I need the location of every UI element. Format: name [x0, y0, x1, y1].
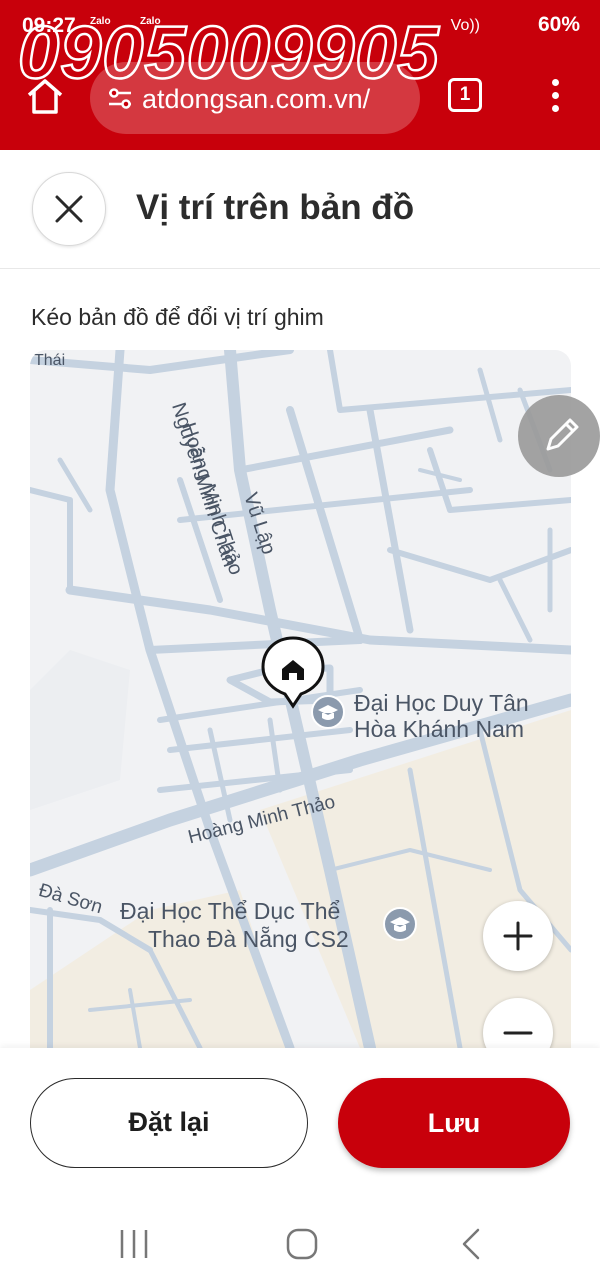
- poi-label: Đại Học Thể Dục Thể: [120, 898, 341, 924]
- street-label: Thái: [34, 352, 66, 369]
- page-header: Vị trí trên bản đồ: [0, 150, 600, 269]
- reset-button[interactable]: Đặt lại: [30, 1078, 308, 1168]
- location-pin-icon: [261, 636, 325, 709]
- overflow-menu-icon[interactable]: [548, 76, 562, 120]
- signal-label: Vo)): [450, 17, 480, 34]
- home-circle-icon[interactable]: [282, 1224, 322, 1264]
- save-button[interactable]: Lưu: [338, 1078, 570, 1168]
- action-footer: Đặt lại Lưu: [0, 1048, 600, 1206]
- poi-label: Thao Đà Nẵng CS2: [148, 926, 349, 952]
- close-icon: [55, 195, 83, 223]
- map-hint: Kéo bản đồ để đổi vị trí ghim: [31, 304, 324, 330]
- edit-button[interactable]: [518, 395, 600, 477]
- browser-chrome: 09:27 Zalo Zalo Vo)) 60% atdongsan.com.v…: [0, 0, 600, 150]
- tab-switcher-button[interactable]: 1: [448, 78, 482, 112]
- system-nav-bar: [0, 1206, 600, 1288]
- battery-level: 60%: [537, 13, 580, 36]
- plus-icon: [503, 921, 533, 951]
- phone-watermark: 0905009905: [17, 11, 440, 94]
- back-icon[interactable]: [452, 1224, 492, 1264]
- poi-label: Hòa Khánh Nam: [354, 716, 525, 742]
- pencil-icon: [546, 418, 579, 451]
- school-icon: [383, 907, 417, 941]
- page-title: Vị trí trên bản đồ: [136, 188, 415, 227]
- recent-apps-icon[interactable]: [114, 1224, 154, 1264]
- zoom-in-button[interactable]: [483, 901, 553, 971]
- close-button[interactable]: [32, 172, 106, 246]
- poi-label: Đại Học Duy Tân: [354, 690, 529, 716]
